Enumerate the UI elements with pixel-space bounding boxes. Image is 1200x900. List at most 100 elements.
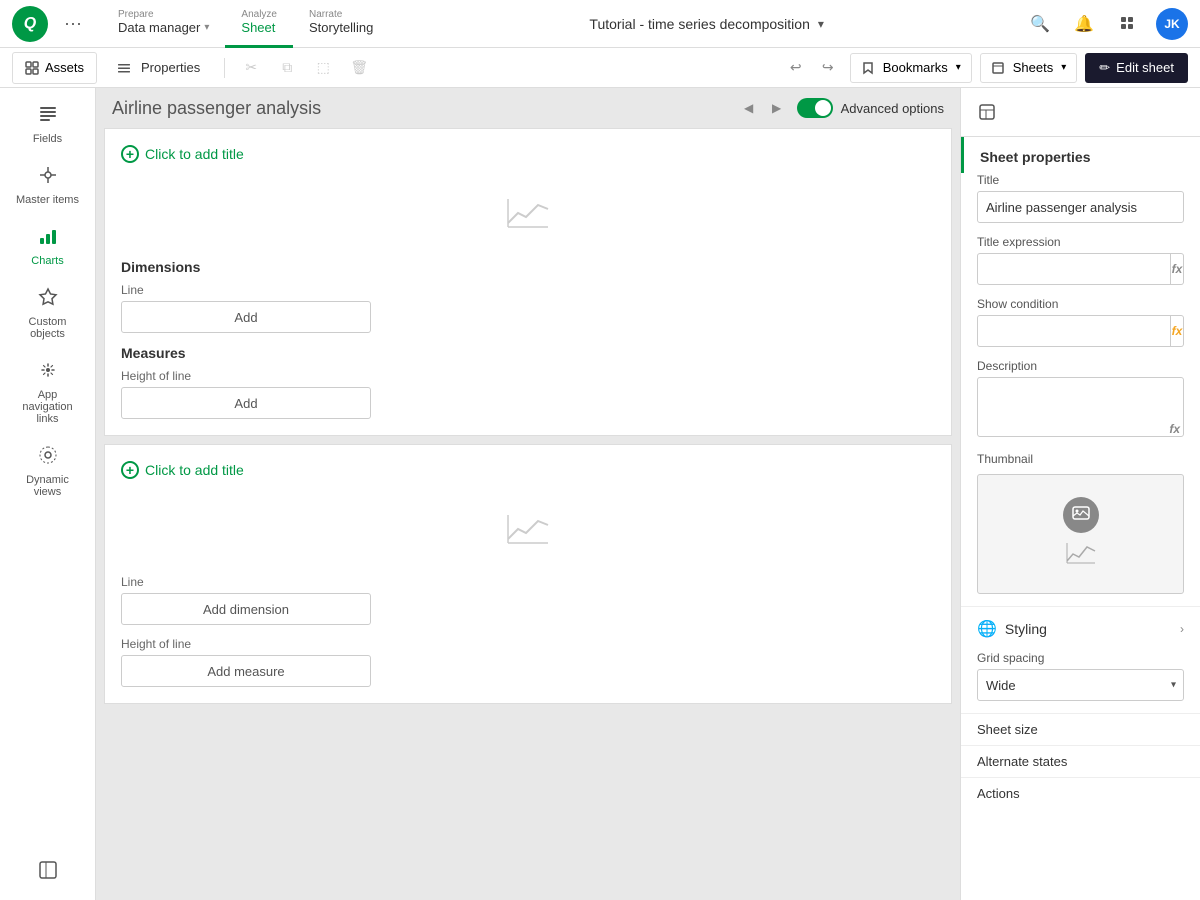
left-sidebar: Fields Master items bbox=[0, 88, 96, 900]
right-sidebar: Sheet properties Title Title expression … bbox=[960, 88, 1200, 900]
assets-panel-toggle[interactable]: Assets bbox=[12, 52, 97, 84]
sidebar-item-app-navigation[interactable]: App navigation links bbox=[8, 352, 88, 433]
delete-button[interactable]: 🗑 bbox=[345, 54, 373, 82]
grid-spacing-select-wrapper: Wide Medium Narrow ▾ bbox=[977, 669, 1184, 701]
copy-button[interactable]: ⧉ bbox=[273, 54, 301, 82]
sheets-button[interactable]: Sheets ▾ bbox=[980, 53, 1078, 83]
add-title-button-2[interactable]: + Click to add title bbox=[121, 461, 935, 479]
properties-label: Properties bbox=[141, 60, 200, 75]
app-navigation-icon bbox=[38, 360, 58, 385]
chart-placeholder-icon-2 bbox=[504, 511, 552, 547]
description-textarea[interactable] bbox=[977, 377, 1184, 437]
canvas-header: Airline passenger analysis ◀ ▶ Advanced … bbox=[96, 88, 960, 128]
toolbar-separator-1 bbox=[224, 58, 225, 78]
master-items-label: Master items bbox=[16, 194, 79, 206]
bookmarks-chevron: ▾ bbox=[956, 62, 961, 73]
styling-section[interactable]: 🌐 Styling › bbox=[961, 606, 1200, 651]
sheet-view-icon-btn[interactable] bbox=[973, 98, 1001, 126]
edit-sheet-button[interactable]: ✏ Edit sheet bbox=[1085, 53, 1188, 83]
app-title-area: Tutorial - time series decomposition ▾ bbox=[389, 16, 1024, 32]
styling-expand-icon: › bbox=[1180, 622, 1184, 636]
nav-analyze[interactable]: Analyze Sheet bbox=[225, 0, 293, 48]
sidebar-item-bottom[interactable] bbox=[8, 852, 88, 888]
measures-section-2: Height of line Add measure bbox=[121, 637, 935, 687]
bookmarks-label: Bookmarks bbox=[883, 60, 948, 75]
show-condition-label: Show condition bbox=[977, 297, 1184, 311]
properties-panel-toggle[interactable]: Properties bbox=[105, 52, 212, 84]
bookmarks-button[interactable]: Bookmarks ▾ bbox=[850, 53, 972, 83]
add-title-button-1[interactable]: + Click to add title bbox=[121, 145, 935, 163]
nav-prepare-label: Prepare bbox=[118, 9, 154, 20]
sheets-chevron: ▾ bbox=[1061, 62, 1066, 73]
app-title: Tutorial - time series decomposition bbox=[589, 16, 809, 32]
assets-label: Assets bbox=[45, 60, 84, 75]
add-measure-button-2[interactable]: Add measure bbox=[121, 655, 371, 687]
fields-label: Fields bbox=[33, 133, 62, 145]
canvas-prev-button[interactable]: ◀ bbox=[737, 96, 761, 120]
add-dimension-button-1[interactable]: Add bbox=[121, 301, 371, 333]
show-condition-input[interactable] bbox=[977, 315, 1171, 347]
title-expression-input[interactable] bbox=[977, 253, 1171, 285]
measures-section-1: Measures Height of line Add bbox=[121, 345, 935, 419]
sheet-properties-title: Sheet properties bbox=[961, 137, 1200, 173]
app-navigation-label: App navigation links bbox=[12, 389, 84, 425]
qlik-logo[interactable]: Q bbox=[12, 6, 48, 42]
dimensions-section-1: Dimensions Line Add bbox=[121, 259, 935, 333]
title-expression-fx-button[interactable]: fx bbox=[1171, 253, 1184, 285]
main-layout: Fields Master items bbox=[0, 88, 1200, 900]
show-condition-field: fx bbox=[977, 315, 1184, 347]
app-menu-dots[interactable]: ··· bbox=[64, 13, 82, 34]
advanced-options-toggle[interactable]: Advanced options bbox=[797, 98, 944, 118]
advanced-options-switch[interactable] bbox=[797, 98, 833, 118]
cut-button[interactable]: ✂ bbox=[237, 54, 265, 82]
qlik-logo-mark: Q bbox=[12, 6, 48, 42]
title-input[interactable] bbox=[977, 191, 1184, 223]
paste-button[interactable]: ⬚ bbox=[309, 54, 337, 82]
custom-objects-icon bbox=[38, 287, 58, 312]
nav-prepare[interactable]: Prepare Data manager ▾ bbox=[102, 0, 225, 48]
sidebar-item-fields[interactable]: Fields bbox=[8, 96, 88, 153]
add-dimension-button-2[interactable]: Add dimension bbox=[121, 593, 371, 625]
canvas-next-button[interactable]: ▶ bbox=[765, 96, 789, 120]
nav-narrate[interactable]: Narrate Storytelling bbox=[293, 0, 389, 48]
chart-placeholder-1 bbox=[121, 175, 935, 251]
search-icon-btn[interactable]: 🔍 bbox=[1024, 8, 1056, 40]
custom-objects-label: Custom objects bbox=[12, 316, 84, 340]
dynamic-views-label: Dynamic views bbox=[12, 474, 84, 498]
canvas-nav-arrows: ◀ ▶ bbox=[737, 96, 789, 120]
sidebar-item-custom-objects[interactable]: Custom objects bbox=[8, 279, 88, 348]
actions-item: Actions bbox=[961, 777, 1200, 809]
notifications-icon-btn[interactable]: 🔔 bbox=[1068, 8, 1100, 40]
fx-icon: fx bbox=[1172, 262, 1183, 276]
sheet-panel-1: + Click to add title Dimensions Line Add… bbox=[104, 128, 952, 436]
title-prop-label: Title bbox=[977, 173, 1184, 187]
description-label: Description bbox=[977, 359, 1184, 373]
description-fx-icon[interactable]: fx bbox=[1169, 422, 1180, 436]
nav-analyze-label: Analyze bbox=[241, 9, 277, 20]
sidebar-item-master-items[interactable]: Master items bbox=[8, 157, 88, 214]
redo-button[interactable]: ↪ bbox=[814, 54, 842, 82]
user-avatar[interactable]: JK bbox=[1156, 8, 1188, 40]
chart-placeholder-2 bbox=[121, 491, 935, 567]
grid-spacing-select[interactable]: Wide Medium Narrow bbox=[977, 669, 1184, 701]
grid-icon-btn[interactable] bbox=[1112, 8, 1144, 40]
thumbnail-container[interactable] bbox=[977, 474, 1184, 594]
title-expression-field: fx bbox=[977, 253, 1184, 285]
show-condition-fx-button[interactable]: fx bbox=[1171, 315, 1184, 347]
alternate-states-item: Alternate states bbox=[961, 745, 1200, 777]
measures-title-1: Measures bbox=[121, 345, 935, 361]
title-expression-section: Title expression fx bbox=[961, 235, 1200, 297]
sidebar-item-charts[interactable]: Charts bbox=[8, 218, 88, 275]
fields-icon bbox=[38, 104, 58, 129]
toolbar: Assets Properties ✂ ⧉ ⬚ 🗑 ↩ ↪ Bookmarks … bbox=[0, 48, 1200, 88]
thumbnail-label: Thumbnail bbox=[961, 452, 1200, 470]
plus-circle-1: + bbox=[121, 145, 139, 163]
app-title-chevron[interactable]: ▾ bbox=[818, 17, 824, 31]
sidebar-item-dynamic-views[interactable]: Dynamic views bbox=[8, 437, 88, 506]
dimensions-title-1: Dimensions bbox=[121, 259, 935, 275]
nav-prepare-title: Data manager bbox=[118, 20, 200, 35]
undo-button[interactable]: ↩ bbox=[782, 54, 810, 82]
add-measure-button-1[interactable]: Add bbox=[121, 387, 371, 419]
top-navigation: Q ··· Prepare Data manager ▾ Analyze She… bbox=[0, 0, 1200, 48]
grid-spacing-label: Grid spacing bbox=[977, 651, 1184, 665]
